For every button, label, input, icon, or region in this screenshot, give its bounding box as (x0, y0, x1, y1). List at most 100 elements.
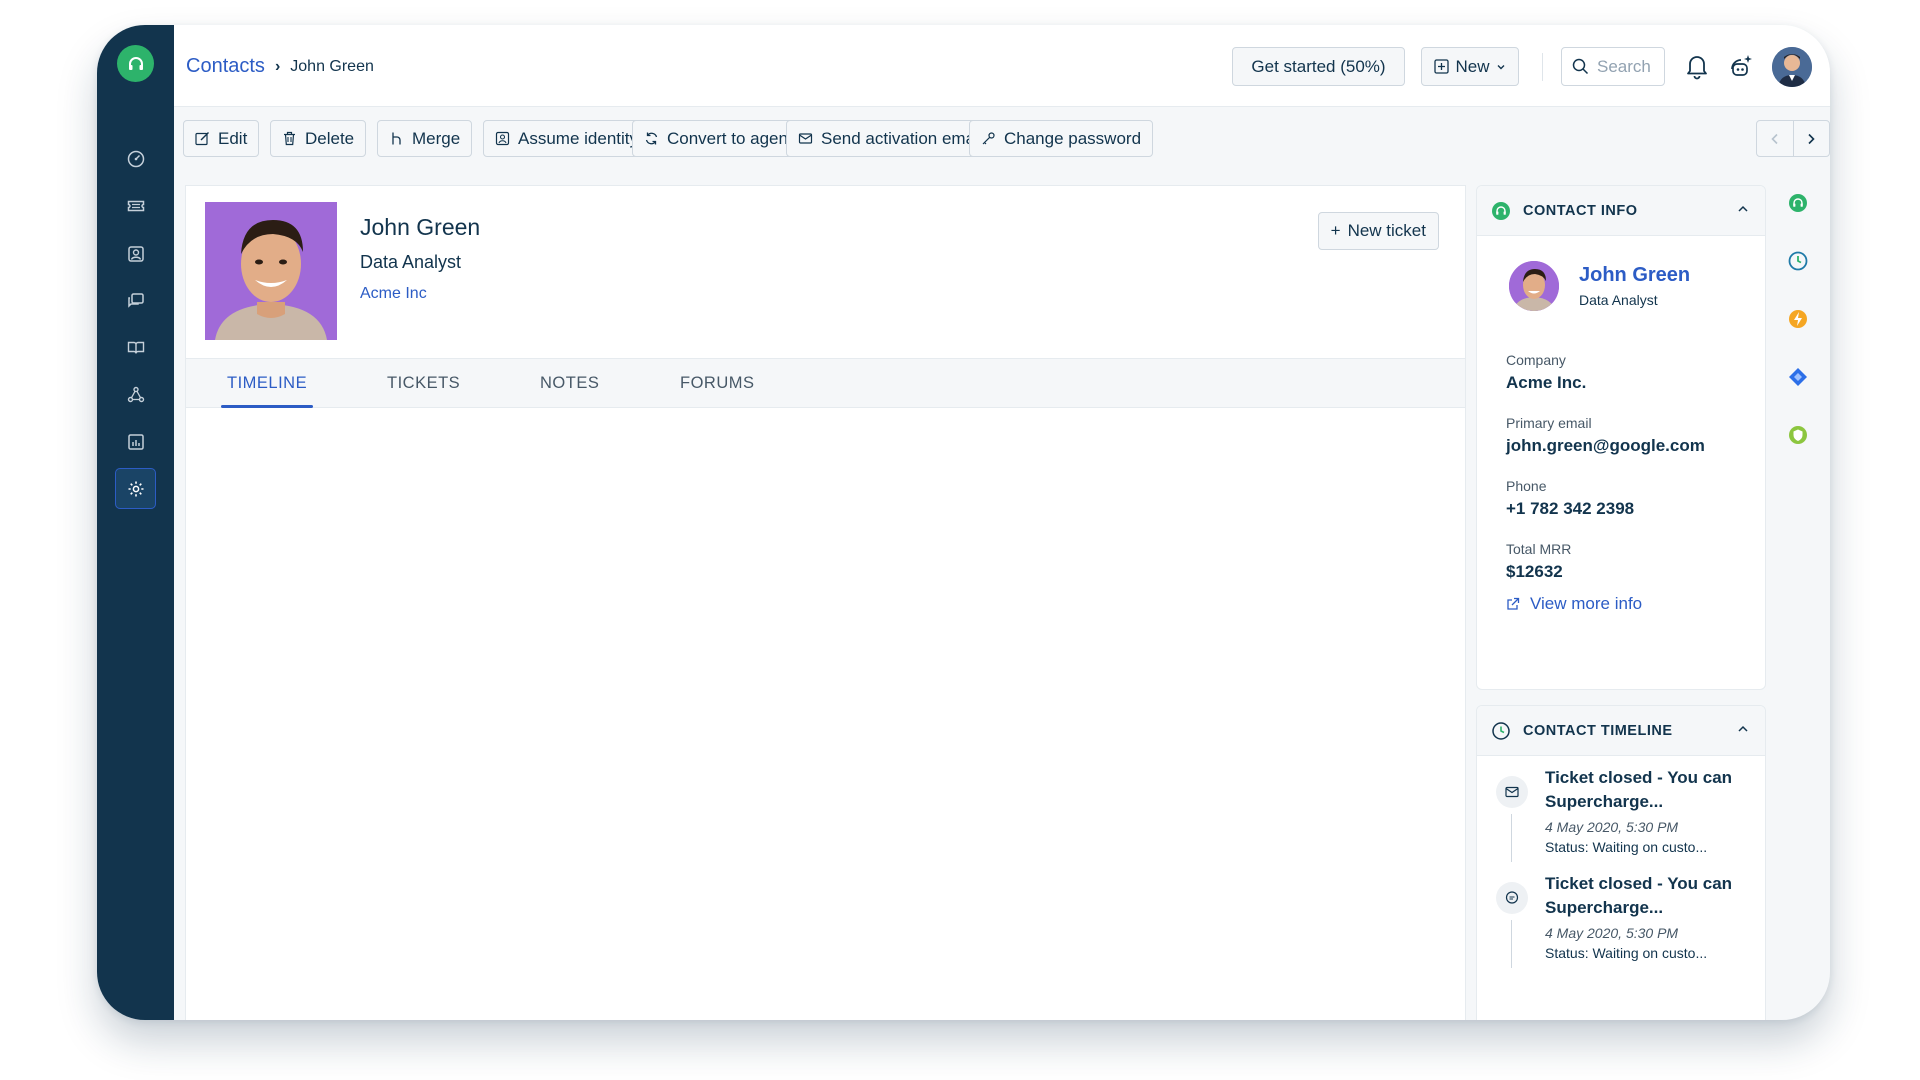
merge-button[interactable]: Merge (377, 120, 473, 157)
contact-photo (205, 202, 337, 340)
sidebar-item-admin[interactable] (115, 468, 156, 509)
sidebar-item-reports[interactable] (115, 421, 156, 462)
record-pager (1756, 120, 1830, 157)
convert-to-agent-button[interactable]: Convert to agent (632, 120, 805, 157)
chevron-down-icon (1497, 64, 1504, 69)
shield-app-icon[interactable] (1785, 422, 1811, 448)
chevron-right-icon (1808, 133, 1815, 144)
header-divider (1542, 53, 1543, 81)
convert-to-agent-label: Convert to agent (667, 128, 793, 148)
change-password-label: Change password (1004, 128, 1142, 148)
notifications-bell-icon[interactable] (1680, 49, 1714, 83)
timeline-item-title: Ticket closed - You can Supercharge... (1545, 874, 1733, 917)
chevron-up-icon[interactable] (1737, 204, 1749, 214)
edit-icon (195, 132, 209, 146)
new-label: New (1455, 56, 1490, 76)
search-input[interactable]: Search (1561, 47, 1665, 86)
tab-notes[interactable]: NOTES (540, 359, 599, 407)
sidebar-item-solutions[interactable] (115, 327, 156, 368)
contact-company-link[interactable]: Acme Inc (360, 285, 427, 303)
network-icon (127, 386, 144, 402)
view-more-info-link[interactable]: View more info (1506, 594, 1642, 614)
total-mrr-label: Total MRR (1506, 541, 1572, 557)
change-password-button[interactable]: Change password (969, 120, 1154, 157)
edit-label: Edit (218, 128, 248, 148)
tab-forums[interactable]: FORUMS (680, 359, 755, 407)
previous-record-button[interactable] (1757, 121, 1794, 156)
freshdesk-logo-icon[interactable] (117, 45, 154, 82)
chevron-left-icon (1771, 133, 1778, 144)
envelope-icon (798, 133, 813, 144)
new-dropdown-button[interactable]: New (1421, 47, 1519, 86)
view-more-info-label: View more info (1530, 594, 1643, 613)
sidebar (97, 25, 174, 1020)
user-avatar[interactable] (1772, 47, 1812, 87)
timeline-item-date: 4 May 2020, 5:30 PM (1545, 819, 1679, 835)
freshdesk-app-icon[interactable] (1785, 190, 1811, 216)
assume-identity-button[interactable]: Assume identity (483, 120, 650, 157)
delete-label: Delete (305, 128, 355, 148)
get-started-label: Get started (50%) (1251, 56, 1386, 76)
timeline-item-status: Status: Waiting on custo... (1545, 945, 1708, 961)
send-activation-email-label: Send activation email (821, 128, 983, 148)
breadcrumb-contacts-link[interactable]: Contacts (186, 55, 265, 78)
contact-timeline-header[interactable]: CONTACT TIMELINE (1477, 706, 1765, 756)
top-header: Contacts › John Green Get started (50%) … (174, 25, 1830, 107)
contact-info-title: CONTACT INFO (1523, 202, 1638, 219)
trash-icon (284, 131, 295, 146)
diamond-app-icon[interactable] (1785, 364, 1811, 390)
tab-timeline[interactable]: TIMELINE (220, 359, 314, 408)
send-activation-email-button[interactable]: Send activation email (786, 120, 995, 157)
timeline-item-status: Status: Waiting on custo... (1545, 839, 1708, 855)
new-ticket-button[interactable]: + New ticket (1317, 212, 1439, 250)
freshdesk-small-icon (1492, 201, 1510, 220)
timeline-connector (1511, 920, 1512, 968)
next-record-button[interactable] (1794, 121, 1830, 156)
contact-name: John Green (360, 214, 481, 240)
dashboard-icon (127, 150, 144, 167)
timeline-item-date: 4 May 2020, 5:30 PM (1545, 925, 1679, 941)
timeline-item-title: Ticket closed - You can Supercharge... (1545, 768, 1733, 811)
get-started-button[interactable]: Get started (50%) (1232, 47, 1405, 86)
contact-tabs: TIMELINE TICKETS NOTES FORUMS (186, 358, 1465, 408)
ticket-icon (127, 200, 144, 211)
chevron-up-icon[interactable] (1737, 724, 1749, 734)
new-ticket-label: New ticket (1347, 221, 1426, 240)
convert-icon (645, 132, 658, 145)
delete-button[interactable]: Delete (270, 120, 367, 157)
phone-label: Phone (1506, 478, 1547, 494)
tab-tickets[interactable]: TICKETS (387, 359, 460, 407)
sidebar-item-tickets[interactable] (115, 185, 156, 226)
app-window: Contacts › John Green Get started (50%) … (97, 25, 1830, 1020)
contact-detail-panel: John Green Data Analyst Acme Inc + New t… (185, 185, 1466, 1020)
edit-button[interactable]: Edit (183, 120, 260, 157)
timeline-connector (1511, 814, 1512, 862)
chat-icon (127, 292, 144, 308)
contact-info-avatar (1509, 261, 1559, 311)
sidebar-item-contacts[interactable] (115, 233, 156, 274)
lightning-app-icon[interactable] (1785, 306, 1811, 332)
phone-value: +1 782 342 2398 (1506, 499, 1635, 518)
search-placeholder: Search (1597, 56, 1651, 76)
contact-info-name[interactable]: John Green (1579, 264, 1690, 287)
contact-icon (127, 245, 144, 262)
breadcrumb-separator: › (274, 57, 281, 75)
freddy-ai-sparkle-icon[interactable] (1724, 49, 1758, 83)
key-icon (982, 132, 995, 145)
action-toolbar: Edit Delete Merge Assume identity Conver… (174, 107, 1830, 170)
gear-icon (128, 481, 143, 496)
sidebar-item-conversations[interactable] (115, 280, 156, 321)
plus-icon: + (1330, 221, 1341, 240)
merge-icon (392, 132, 401, 145)
timeline-clock-app-icon[interactable] (1785, 248, 1811, 274)
email-icon (1496, 776, 1528, 808)
contact-info-header[interactable]: CONTACT INFO (1477, 186, 1765, 236)
sidebar-item-social[interactable] (115, 374, 156, 415)
sidebar-item-dashboard[interactable] (115, 138, 156, 179)
contact-job-title: Data Analyst (360, 252, 462, 272)
primary-email-label: Primary email (1506, 415, 1592, 431)
external-link-icon (1507, 597, 1520, 610)
breadcrumb: Contacts › John Green (186, 55, 374, 78)
chat-bubble-icon (1496, 882, 1528, 914)
company-label: Company (1506, 352, 1566, 368)
